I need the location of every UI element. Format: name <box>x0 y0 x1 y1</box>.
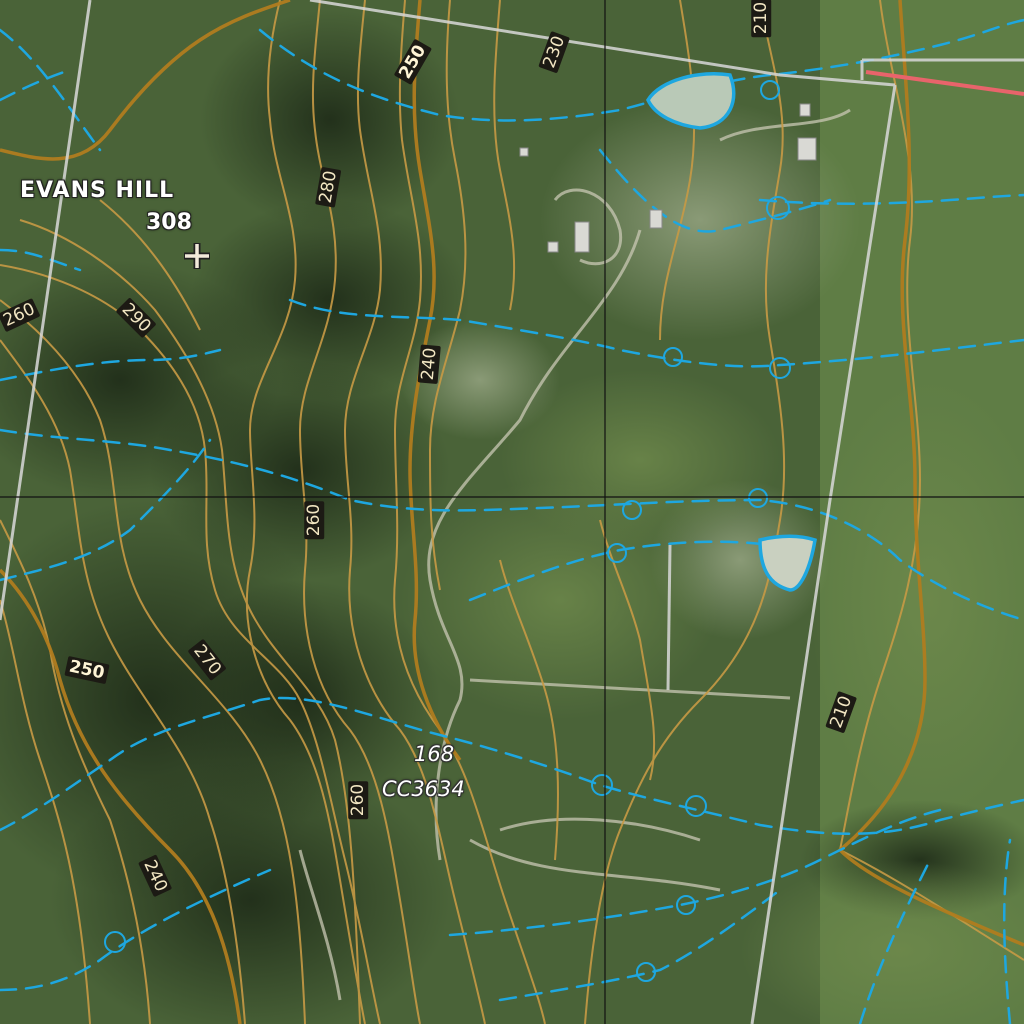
parcel-id-label: CC3634 <box>382 777 465 801</box>
peak-name-label: EVANS HILL <box>20 178 175 203</box>
peak-elevation-label: 308 <box>146 210 192 235</box>
parcel-number-label: 168 <box>414 742 455 766</box>
contour-label: 260 <box>348 780 369 820</box>
contour-label: 210 <box>751 0 772 38</box>
contour-label: 260 <box>304 500 325 540</box>
topographic-map[interactable]: EVANS HILL 308 168 CC3634 210 230 250 28… <box>0 0 1024 1024</box>
contour-label: 240 <box>417 343 441 385</box>
